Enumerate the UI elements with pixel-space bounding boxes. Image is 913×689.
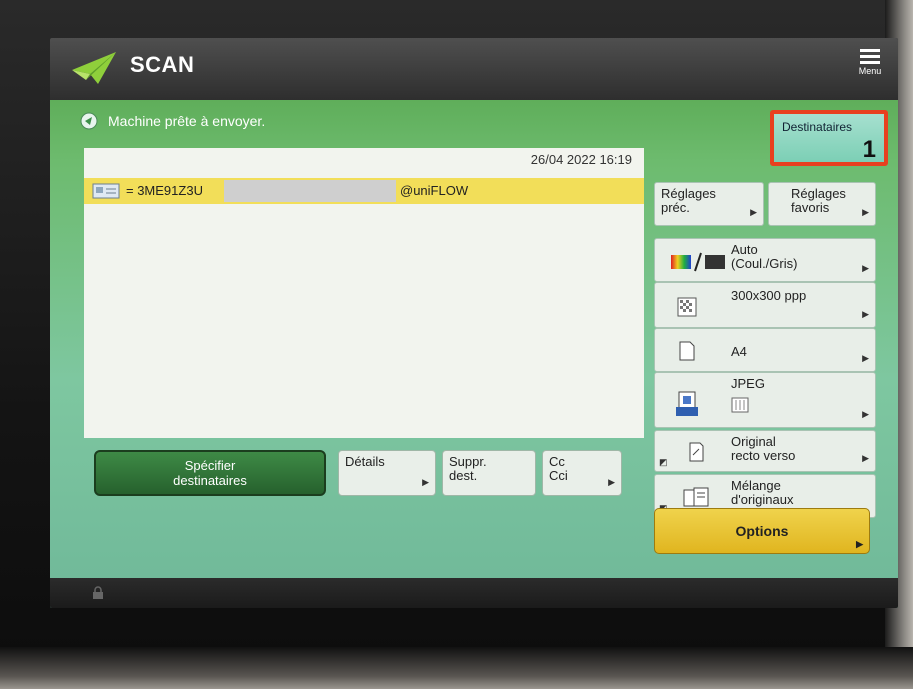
color-mode-button[interactable]: Auto (Coul./Gris) ▶: [654, 238, 876, 282]
paper-label: A4: [731, 344, 747, 359]
color-line1: Auto: [731, 242, 758, 257]
chevron-right-icon: ▶: [862, 409, 869, 419]
file-format-button[interactable]: JPEG ▶: [654, 372, 876, 428]
contact-card-icon: [92, 183, 120, 199]
destination-row[interactable]: = 3ME91Z3U @uniFLOW: [84, 178, 644, 204]
original-line2: recto verso: [731, 448, 796, 463]
original-line1: Original: [731, 434, 776, 449]
menu-button[interactable]: Menu: [850, 46, 890, 92]
remove-line1: Suppr.: [449, 454, 487, 469]
pages-icon: [731, 397, 749, 413]
chevron-right-icon: ▶: [750, 207, 757, 217]
status-icon: [80, 112, 98, 130]
previous-settings-button[interactable]: Réglages préc. ▶: [654, 182, 764, 226]
format-label: JPEG: [731, 376, 765, 391]
fav-line1: Réglages: [791, 186, 846, 201]
cc-line2: Cci: [549, 468, 568, 483]
resolution-label: 300x300 ppp: [731, 288, 807, 303]
chevron-right-icon: ▶: [862, 263, 869, 273]
menu-icon: [850, 49, 890, 64]
specify-line1: Spécifier: [184, 458, 236, 473]
details-label: Détails: [345, 454, 385, 469]
cc-line1: Cc: [549, 454, 565, 469]
destinations-count: 1: [862, 136, 876, 163]
chevron-right-icon: ▶: [422, 477, 429, 487]
destinations-count-button[interactable]: Destinataires 1: [770, 110, 888, 166]
touch-screen: SCAN Menu Machine prête à envoyer. Desti…: [50, 38, 898, 608]
specify-destinations-button[interactable]: Spécifier destinataires: [94, 450, 326, 496]
resolution-icon: [677, 297, 697, 317]
bezel-bottom-edge: [0, 647, 913, 689]
color-line2: (Coul./Gris): [731, 256, 798, 271]
options-button[interactable]: Options ▶: [654, 508, 870, 554]
footer-bar: [50, 578, 898, 608]
paper-size-button[interactable]: A4 ▶: [654, 328, 876, 372]
chevron-right-icon: ▶: [862, 207, 869, 217]
destination-list-panel: 26/04 2022 16:19 = 3ME91Z3U @uniFLOW: [84, 148, 644, 438]
original-icon: [689, 442, 704, 462]
chevron-right-icon: ▶: [862, 353, 869, 363]
favorite-settings-button[interactable]: Réglages favoris ▶: [768, 182, 876, 226]
mixed-line2: d'originaux: [731, 492, 794, 507]
destination-suffix: @uniFLOW: [400, 183, 469, 198]
cc-bcc-button[interactable]: Cc Cci ▶: [542, 450, 622, 496]
prev-line1: Réglages: [661, 186, 716, 201]
color-mode-icon: [671, 252, 725, 272]
mixed-line1: Mélange: [731, 478, 781, 493]
corner-arrow-icon: ◩: [659, 457, 668, 467]
paper-icon: [679, 341, 695, 361]
details-button[interactable]: Détails ▶: [338, 450, 436, 496]
jpeg-icon: [676, 391, 698, 416]
chevron-right-icon: ▶: [856, 539, 863, 549]
status-message: Machine prête à envoyer.: [108, 113, 266, 129]
fav-line2: favoris: [791, 200, 830, 215]
chevron-right-icon: ▶: [862, 453, 869, 463]
mixed-originals-icon: [683, 487, 709, 507]
datetime: 26/04 2022 16:19: [530, 152, 632, 167]
prev-line2: préc.: [661, 200, 690, 215]
destinations-label: Destinataires: [782, 120, 853, 134]
redacted-block: [224, 180, 396, 202]
app-title: SCAN: [130, 52, 195, 77]
resolution-button[interactable]: 300x300 ppp ▶: [654, 282, 876, 328]
options-label: Options: [735, 523, 789, 539]
lock-icon: [93, 586, 103, 599]
top-bar: SCAN Menu: [50, 38, 898, 100]
chevron-right-icon: ▶: [608, 477, 615, 487]
app-plane-icon: [72, 52, 116, 84]
destination-prefix: = 3ME91Z3U: [126, 183, 203, 198]
remove-destination-button[interactable]: Suppr. dest.: [442, 450, 536, 496]
chevron-right-icon: ▶: [862, 309, 869, 319]
specify-line2: destinataires: [173, 473, 247, 488]
original-duplex-button[interactable]: ◩ Original recto verso ▶: [654, 430, 876, 472]
menu-label: Menu: [858, 66, 882, 76]
remove-line2: dest.: [449, 468, 478, 483]
